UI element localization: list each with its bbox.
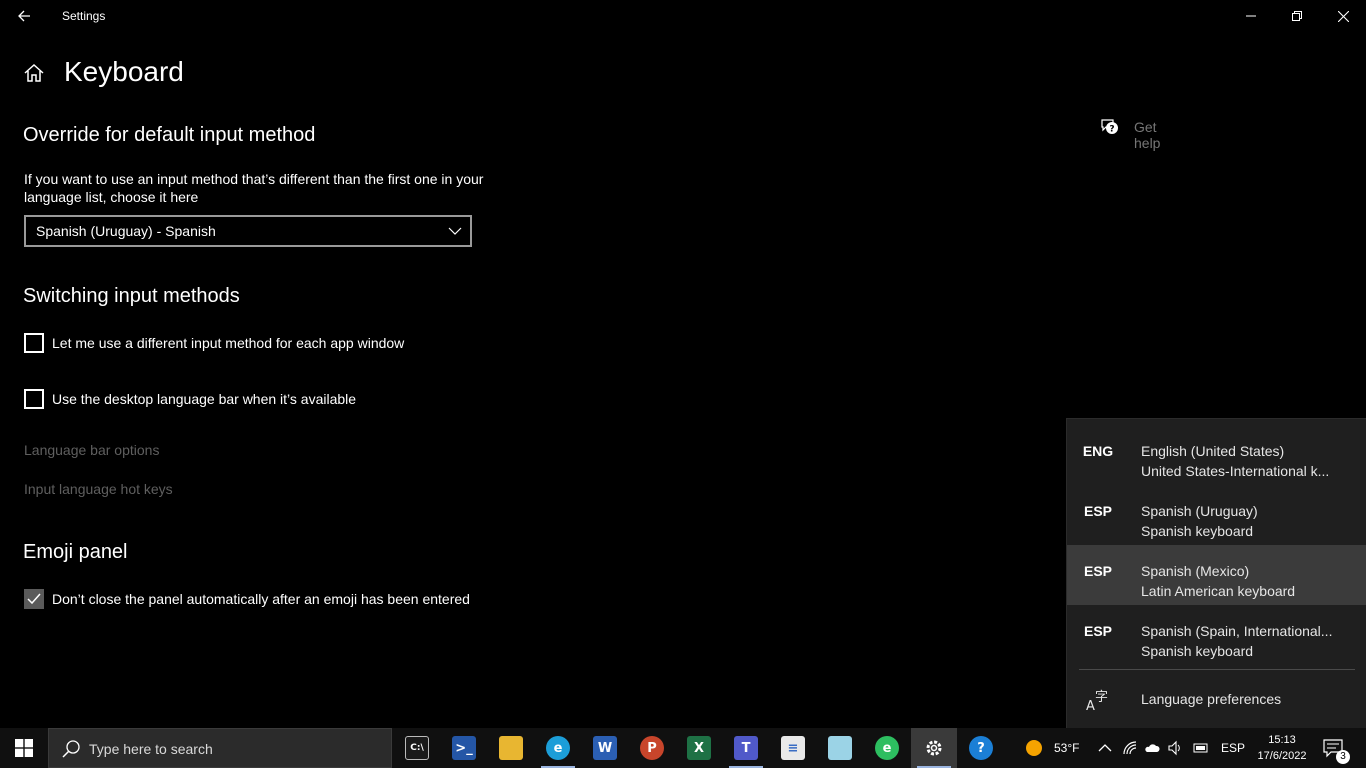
language-name: Spanish (Uruguay) [1141,503,1258,519]
taskbar-search-box[interactable]: Type here to search [48,728,392,768]
edge-app-icon[interactable]: e [535,728,581,768]
start-button[interactable] [0,728,48,768]
language-item-esp-uy[interactable]: ESP Spanish (Uruguay) Spanish keyboard [1067,485,1366,545]
clock-date: 17/6/2022 [1257,750,1307,762]
language-code: ENG [1082,443,1114,459]
override-heading: Override for default input method [23,124,316,146]
checkbox-label: Don’t close the panel automatically afte… [52,591,470,607]
word-app-icon[interactable]: W [582,728,628,768]
close-icon [1337,10,1349,22]
search-placeholder: Type here to search [89,741,213,757]
paint-app-icon[interactable] [817,728,863,768]
keyboard-layout: Spanish keyboard [1141,523,1254,539]
terminal-app-icon[interactable]: C:\ [394,728,440,768]
keyboard-layout: United States-International k... [1141,463,1330,479]
battery-icon[interactable] [1193,740,1209,756]
home-icon[interactable] [22,61,46,85]
language-icon: A 字 [1086,690,1108,713]
checkbox-label: Let me use a different input method for … [52,335,405,351]
keyboard-layout: Latin American keyboard [1141,583,1296,599]
network-icon[interactable] [1122,740,1138,756]
language-name: English (United States) [1141,443,1285,459]
input-language-flyout: ENG English (United States) United State… [1066,418,1366,728]
emoji-heading: Emoji panel [23,541,128,563]
title-bar: Settings [0,0,1366,32]
volume-icon[interactable] [1167,740,1183,756]
taskbar: Type here to search C:\ >_ e W P X T ≡ e… [0,728,1366,768]
language-name: Spanish (Spain, International... [1141,623,1333,639]
settings-app-icon[interactable] [911,728,957,768]
emoji-panel-checkbox[interactable] [24,589,44,609]
flyout-divider [1079,669,1355,670]
switching-heading: Switching input methods [23,285,240,307]
language-code: ESP [1083,623,1112,639]
powerpoint-app-icon[interactable]: P [629,728,675,768]
language-name: Spanish (Mexico) [1141,563,1250,579]
language-preferences-link[interactable]: A 字 Language preferences [1067,677,1366,725]
chevron-down-icon [448,227,462,235]
page-title: Keyboard [64,56,184,87]
restore-icon [1292,11,1302,21]
windows-logo-icon [15,739,33,757]
back-arrow-icon[interactable] [8,4,40,28]
svg-text:字: 字 [1095,690,1108,705]
taskbar-clock[interactable]: 15:13 17/6/2022 [1254,732,1310,764]
excel-app-icon[interactable]: X [676,728,722,768]
language-code: ESP [1083,563,1112,579]
get-help-app-icon[interactable]: ? [958,728,1004,768]
language-code: ESP [1083,503,1112,519]
dropdown-value: Spanish (Uruguay) - Spanish [36,223,216,239]
weather-sun-icon[interactable] [1025,739,1043,757]
checkbox-label: Use the desktop language bar when it’s a… [52,391,357,407]
notepad-app-icon[interactable]: ≡ [770,728,816,768]
keyboard-layout: Spanish keyboard [1141,643,1254,659]
close-button[interactable] [1320,0,1366,32]
chat-help-icon: ? [1101,119,1118,135]
onedrive-cloud-icon[interactable] [1144,740,1160,756]
svg-text:A: A [1086,699,1095,713]
override-description: If you want to use an input method that’… [24,171,484,205]
search-icon [62,740,80,758]
language-item-eng-us[interactable]: ENG English (United States) United State… [1067,425,1366,485]
powershell-app-icon[interactable]: >_ [441,728,487,768]
chevron-up-icon[interactable] [1097,740,1113,756]
file-explorer-app-icon[interactable] [488,728,534,768]
desktop-language-bar-checkbox[interactable] [24,389,44,409]
input-language-hot-keys-link[interactable]: Input language hot keys [24,481,173,497]
teams-app-icon[interactable]: T [723,728,769,768]
minimize-icon [1246,15,1256,17]
checkmark-icon [27,593,41,605]
get-help-label: Get help [1134,119,1161,151]
language-item-esp-mx[interactable]: ESP Spanish (Mexico) Latin American keyb… [1067,545,1366,605]
language-bar-options-link[interactable]: Language bar options [24,442,159,458]
input-method-dropdown[interactable]: Spanish (Uruguay) - Spanish [24,215,472,247]
per-app-input-checkbox[interactable] [24,333,44,353]
svg-text:?: ? [1109,125,1114,135]
input-indicator[interactable]: ESP [1221,741,1245,755]
weather-temperature[interactable]: 53°F [1054,741,1079,755]
clock-time: 15:13 [1268,734,1296,746]
gear-icon [926,740,942,756]
notification-count-badge: 3 [1336,750,1350,764]
evernote-app-icon[interactable]: e [864,728,910,768]
minimize-button[interactable] [1228,0,1274,32]
restore-button[interactable] [1274,0,1320,32]
language-item-esp-es[interactable]: ESP Spanish (Spain, International... Spa… [1067,605,1366,665]
language-preferences-label: Language preferences [1141,691,1282,707]
window-title: Settings [62,9,106,23]
